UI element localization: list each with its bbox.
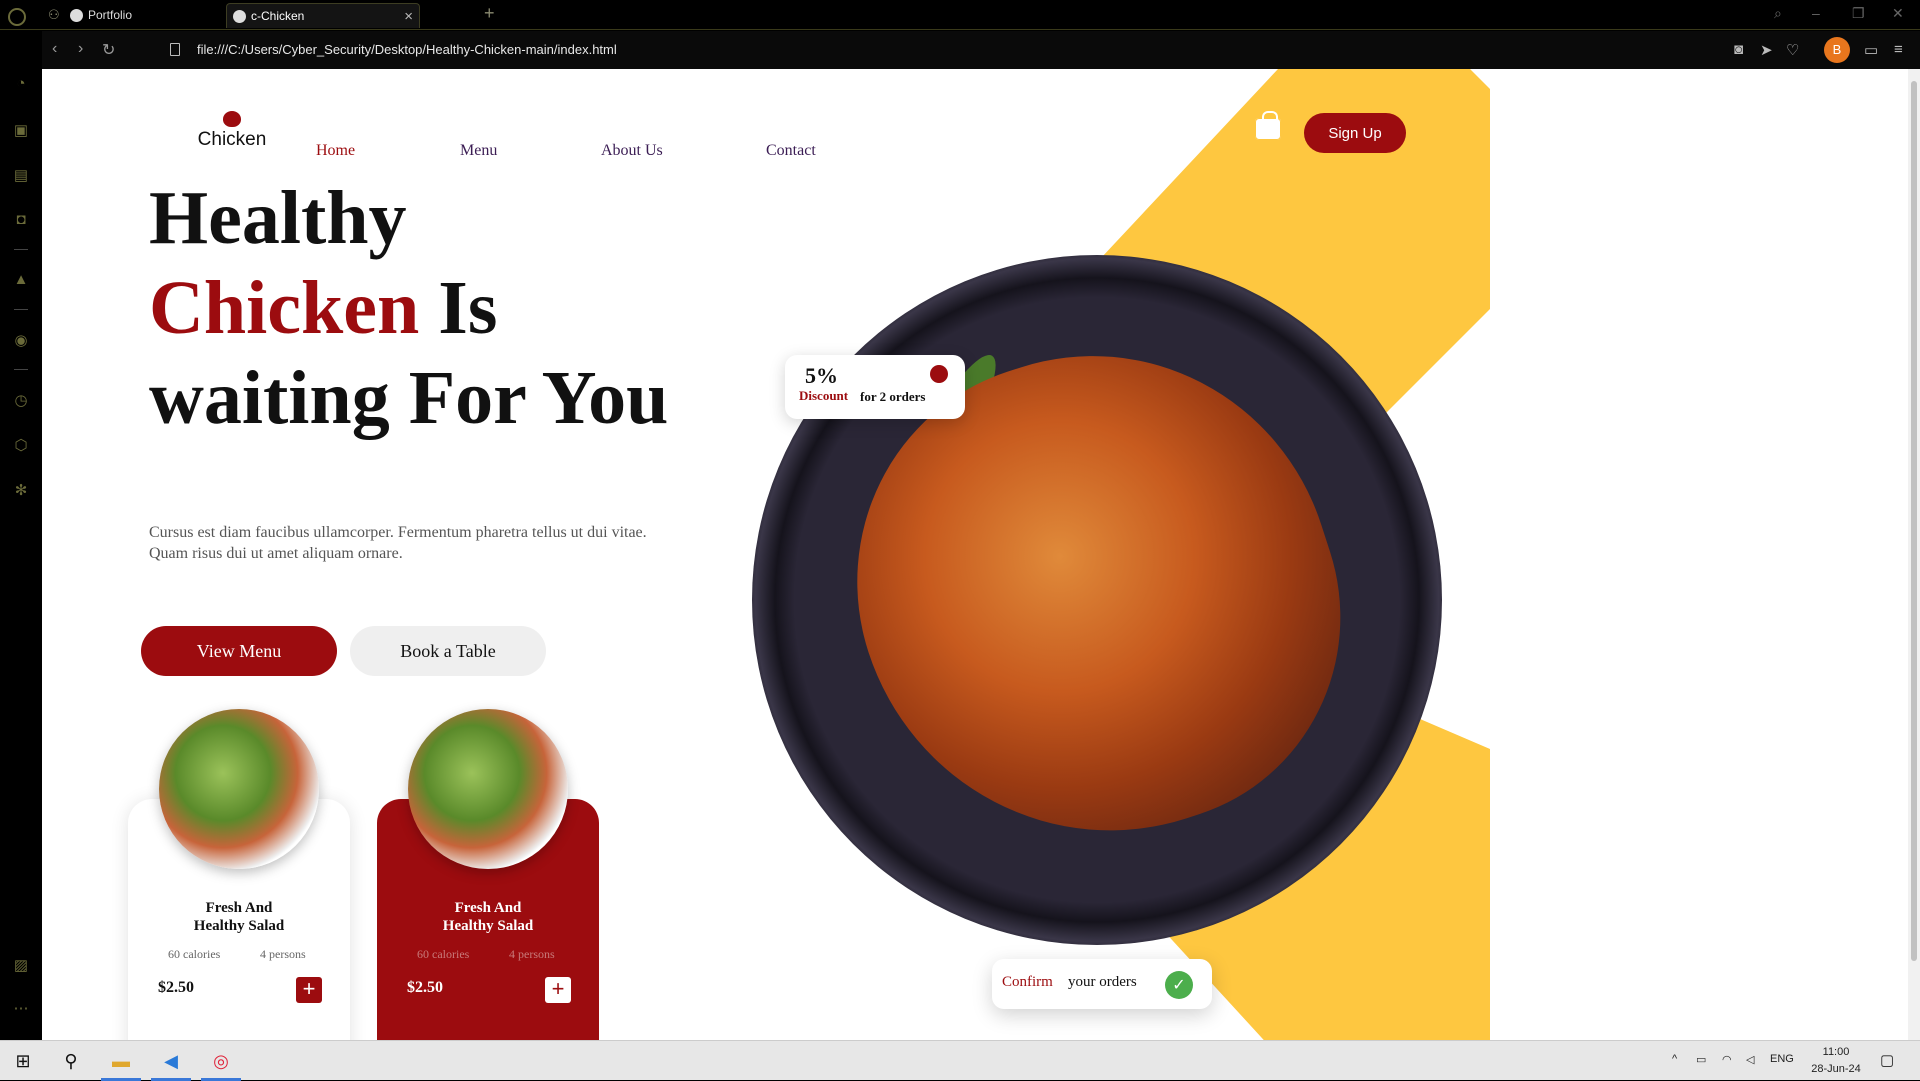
view-menu-button[interactable]: View Menu <box>141 626 337 676</box>
confirm-orders-card[interactable]: Confirm your orders ✓ <box>992 959 1212 1009</box>
card-title: Fresh And Healthy Salad <box>193 900 285 934</box>
browser-sidebar: ◔ ▣ ▤ ◘ ▲ ◉ ◷ ⬡ ✻ ▨ ⋯ <box>0 31 42 1040</box>
nav-menu[interactable]: Menu <box>460 142 497 160</box>
shopping-bag-icon[interactable] <box>1255 111 1281 140</box>
vscode-icon[interactable]: ◀ <box>158 1049 184 1073</box>
tab-c-chicken[interactable]: c-Chicken × <box>226 3 420 28</box>
card-price: $2.50 <box>407 979 443 996</box>
discount-orders: for 2 orders <box>860 389 926 404</box>
windows-taskbar: ⊞ ⚲ ▬ ◀ ◎ ^ ▭ ◠ ◁ ENG 11:00 28-Jun-24 ▢ <box>0 1040 1920 1081</box>
confirm-rest: your orders <box>1068 974 1137 990</box>
award-icon <box>930 365 948 383</box>
add-to-cart-button[interactable]: + <box>545 977 571 1003</box>
food-card[interactable]: Fresh And Healthy Salad 60 calories 4 per… <box>377 709 599 1040</box>
speed-dial-icon[interactable]: ◔ <box>12 75 30 93</box>
url-field[interactable]: file:///C:/Users/Cyber_Security/Desktop/… <box>197 42 617 57</box>
hero-line-1: Healthy <box>149 176 407 260</box>
scrollbar-thumb[interactable] <box>1911 81 1917 961</box>
discount-percent: 5% <box>805 363 838 388</box>
language-indicator[interactable]: ENG <box>1770 1053 1794 1065</box>
bag-icon[interactable]: ▣ <box>12 121 30 139</box>
salad-image <box>159 709 319 869</box>
confirm-label: Confirm <box>1002 974 1053 990</box>
discount-label: Discount <box>799 388 849 403</box>
forward-icon[interactable]: › <box>78 40 83 58</box>
search-tabs-icon[interactable]: ⌕ <box>1774 5 1782 22</box>
salad-image <box>408 709 568 869</box>
heart-icon[interactable]: ♡ <box>1786 41 1799 59</box>
add-to-cart-button[interactable]: + <box>296 977 322 1003</box>
chicken-logo-icon <box>223 111 241 127</box>
logo-text: Chicken <box>197 129 267 150</box>
file-explorer-icon[interactable]: ▬ <box>108 1049 134 1073</box>
nav-about-us[interactable]: About Us <box>601 142 663 160</box>
battery-icon[interactable]: ▭ <box>1864 41 1878 59</box>
hero-title: Healthy Chicken Is waiting For You <box>149 173 668 443</box>
card-price: $2.50 <box>158 979 194 996</box>
hero-line-2-rest: Is <box>419 266 498 350</box>
close-tab-icon[interactable]: × <box>404 4 413 29</box>
search-icon[interactable]: ⚲ <box>58 1049 84 1073</box>
instagram-icon[interactable]: ◘ <box>12 211 30 229</box>
discount-badge: 5% Discount for 2 orders <box>785 355 965 419</box>
tab-label: c-Chicken <box>251 9 305 23</box>
clock-time: 11:00 <box>1822 1046 1850 1058</box>
twitch-icon[interactable]: ▤ <box>12 166 30 184</box>
volume-icon[interactable]: ◁ <box>1746 1053 1754 1066</box>
clock-date: 28-Jun-24 <box>1811 1063 1861 1075</box>
profile-avatar[interactable]: B <box>1824 37 1850 63</box>
globe-icon <box>233 10 246 23</box>
settings-icon[interactable]: ✻ <box>12 481 30 499</box>
history-icon[interactable]: ◷ <box>12 391 30 409</box>
card-calories: 60 calories <box>168 947 221 961</box>
check-icon[interactable]: ✓ <box>1165 971 1193 999</box>
hero-highlight: Chicken <box>149 266 420 350</box>
sign-up-button[interactable]: Sign Up <box>1304 113 1406 153</box>
page-scrollbar[interactable] <box>1908 69 1920 1040</box>
back-icon[interactable]: ‹ <box>52 40 57 58</box>
book-table-button[interactable]: Book a Table <box>350 626 546 676</box>
aria-icon[interactable]: ▲ <box>12 271 30 289</box>
hero-line-3: waiting For You <box>149 356 669 440</box>
page-viewport: Chicken Home Menu About Us Contact Sign … <box>42 69 1908 1040</box>
nav-home[interactable]: Home <box>316 142 355 160</box>
more-icon[interactable]: ⋯ <box>12 999 30 1017</box>
card-persons: 4 persons <box>260 947 306 961</box>
battery-tray-icon[interactable]: ▭ <box>1696 1053 1706 1066</box>
address-bar: ‹ › ↻ file:///C:/Users/Cyber_Security/De… <box>42 31 1920 69</box>
player-icon[interactable]: ◉ <box>12 331 30 349</box>
browser-tab-bar: ⚇ Portfolio × c-Chicken × + ⌕ – ❐ ✕ <box>0 0 1920 30</box>
globe-icon <box>70 9 83 22</box>
opera-logo-icon[interactable] <box>8 8 26 26</box>
restore-icon[interactable]: ❐ <box>1852 5 1865 22</box>
reload-icon[interactable]: ↻ <box>102 40 115 60</box>
tab-menu-icon[interactable]: ⚇ <box>48 7 60 23</box>
extensions-icon[interactable]: ⬡ <box>12 436 30 454</box>
new-tab-icon[interactable]: + <box>484 3 495 24</box>
tray-chevron-icon[interactable]: ^ <box>1672 1053 1677 1065</box>
close-window-icon[interactable]: ✕ <box>1892 5 1904 22</box>
card-title: Fresh And Healthy Salad <box>442 900 534 934</box>
windows-start-icon[interactable]: ⊞ <box>10 1049 36 1073</box>
tab-label: Portfolio <box>88 8 133 22</box>
card-persons: 4 persons <box>509 947 555 961</box>
menu-icon[interactable]: ≡ <box>1894 41 1903 58</box>
hero-description: Cursus est diam faucibus ullamcorper. Fe… <box>149 524 647 562</box>
page-info-icon[interactable] <box>170 43 180 56</box>
minimize-icon[interactable]: – <box>1812 5 1820 21</box>
system-clock[interactable]: 11:00 28-Jun-24 <box>1806 1044 1866 1078</box>
opera-taskbar-icon[interactable]: ◎ <box>208 1049 234 1073</box>
wifi-icon[interactable]: ◠ <box>1722 1053 1732 1066</box>
site-logo[interactable]: Chicken <box>192 111 272 151</box>
send-icon[interactable]: ➤ <box>1760 41 1773 59</box>
camera-icon[interactable]: ◙ <box>1734 41 1743 58</box>
nav-contact[interactable]: Contact <box>766 142 816 160</box>
food-card[interactable]: Fresh And Healthy Salad 60 calories 4 per… <box>128 709 350 1040</box>
image-icon[interactable]: ▨ <box>12 956 30 974</box>
card-calories: 60 calories <box>417 947 470 961</box>
notifications-icon[interactable]: ▢ <box>1880 1051 1894 1069</box>
